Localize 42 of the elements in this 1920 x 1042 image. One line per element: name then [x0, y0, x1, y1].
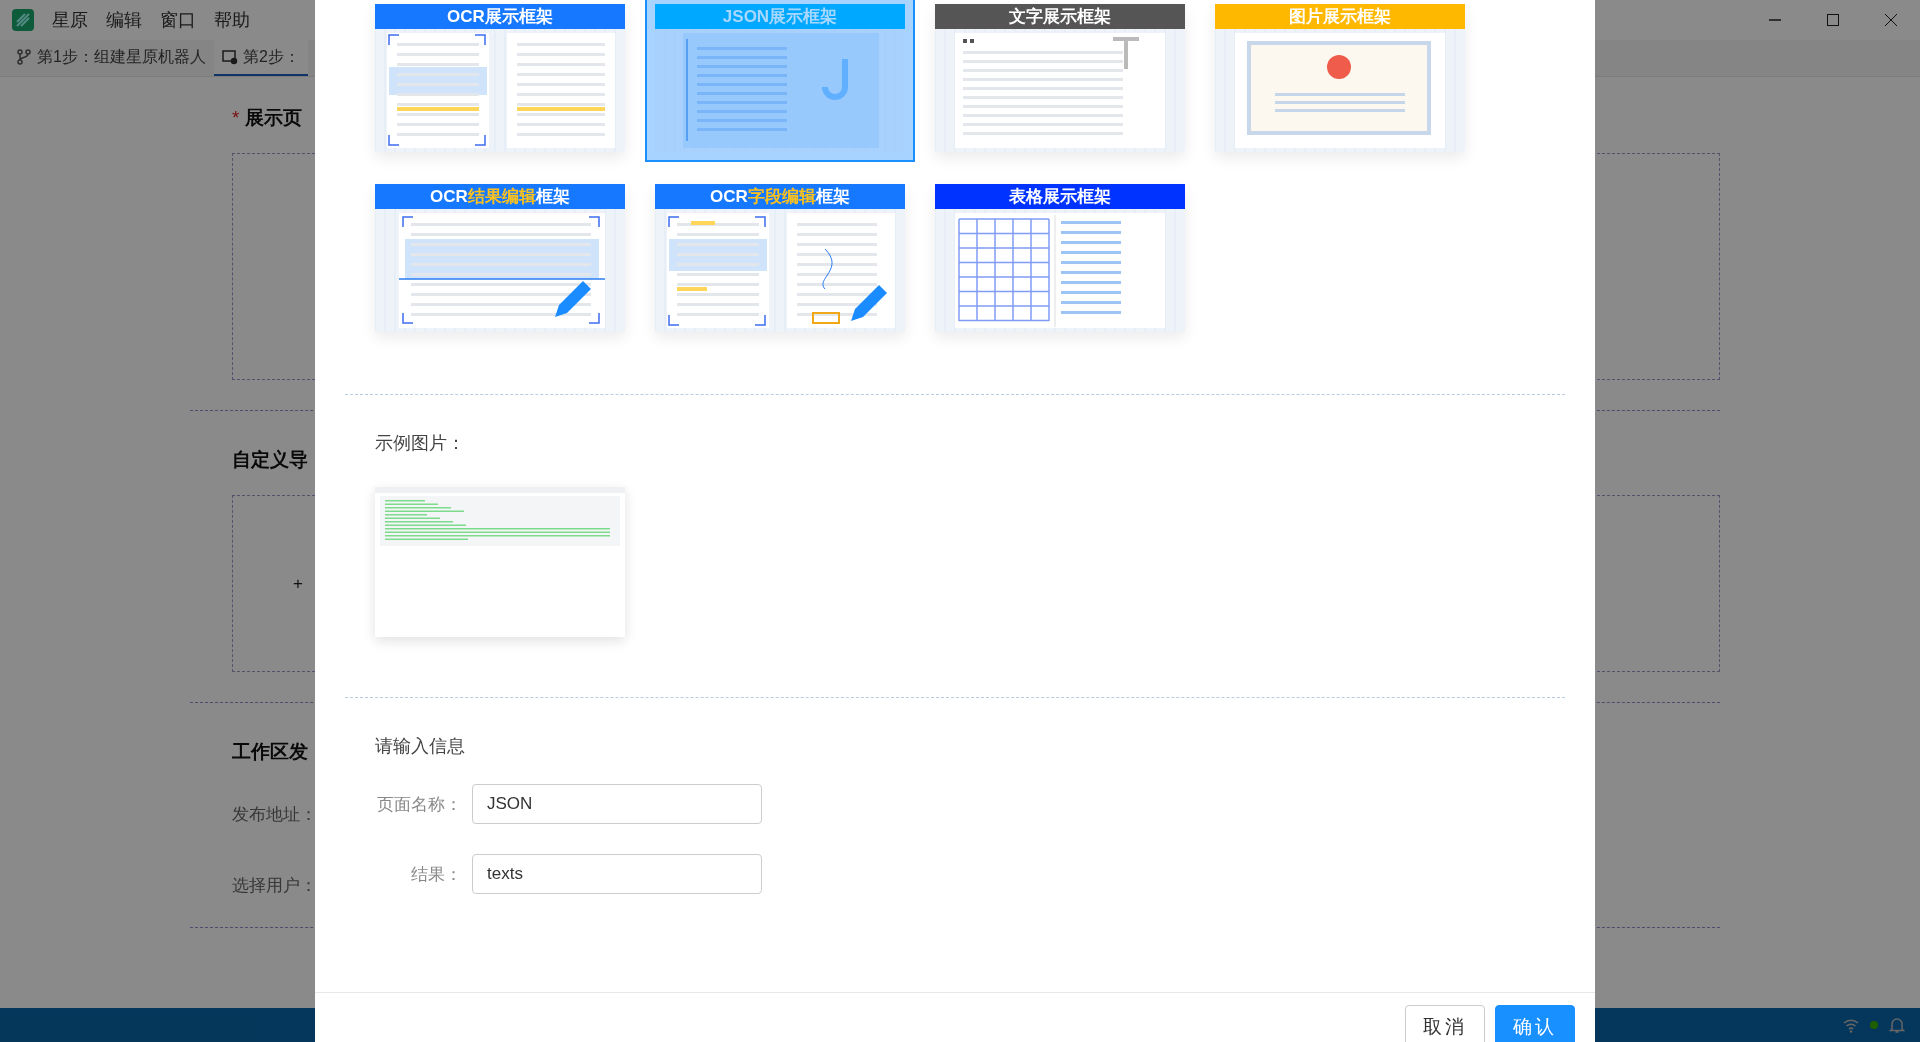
add-label[interactable]: + [293, 573, 303, 594]
menu-item[interactable]: 窗口 [160, 8, 196, 32]
close-icon [1883, 12, 1899, 28]
field-label: 选择用户： [232, 875, 317, 897]
step-tab[interactable]: 第1步：组建星原机器人 [8, 40, 214, 76]
frame-card[interactable]: OCR展示框架 [375, 4, 625, 152]
frame-title: 文字展示框架 [935, 4, 1185, 29]
menu-item[interactable]: 帮助 [214, 8, 250, 32]
required-mark: * [232, 107, 240, 129]
menu-item[interactable]: 编辑 [106, 8, 142, 32]
frame-card[interactable]: OCR字段编辑框架 [655, 184, 905, 332]
branch-icon [16, 49, 32, 65]
minimize-icon [1767, 19, 1783, 21]
section-title: 工作区发 [232, 740, 308, 764]
app-logo-icon [12, 9, 34, 31]
frame-title: OCR结果编辑框架 [375, 184, 625, 209]
frame-title: 表格展示框架 [935, 184, 1185, 209]
step-tab[interactable]: 第2步： [213, 40, 308, 76]
frame-card[interactable]: OCR结果编辑框架 [375, 184, 625, 332]
menu-item[interactable]: 星原 [52, 8, 88, 32]
form-title: 请输入信息 [374, 735, 466, 758]
status-dot [1870, 1021, 1878, 1029]
wifi-icon [1842, 1016, 1860, 1034]
frame-title: OCR展示框架 [375, 4, 625, 29]
field-label: 发布地址： [232, 804, 317, 826]
field-label: 页面名称： [376, 793, 463, 816]
section-title: 自定义导 [232, 448, 308, 472]
cancel-button[interactable]: 取消 [1405, 1005, 1485, 1042]
frame-title: JSON展示框架 [655, 4, 905, 29]
maximize-icon [1825, 12, 1841, 28]
input-field[interactable]: texts [472, 854, 762, 894]
frame-card[interactable]: 文字展示框架 [935, 4, 1185, 152]
bell-icon [1888, 1016, 1906, 1034]
frame-card[interactable]: 表格展示框架 [935, 184, 1185, 332]
window-gear-icon [221, 49, 238, 65]
section-title: 展示页 [245, 106, 303, 130]
confirm-button[interactable]: 确认 [1495, 1005, 1575, 1042]
frame-title: OCR字段编辑框架 [655, 184, 905, 209]
field-label: 结果： [410, 863, 463, 886]
example-title: 示例图片： [374, 432, 466, 455]
input-field[interactable]: JSON [472, 784, 762, 824]
frame-title: 图片展示框架 [1215, 4, 1465, 29]
